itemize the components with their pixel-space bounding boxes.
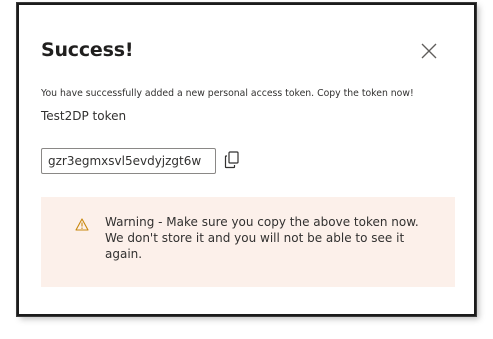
dialog-title: Success! <box>41 39 134 61</box>
close-button[interactable] <box>419 41 439 61</box>
warning-text: Warning - Make sure you copy the above t… <box>105 215 419 261</box>
copy-token-button[interactable] <box>224 151 240 169</box>
warning-icon <box>75 218 89 231</box>
dialog-frame: Success! You have successfully added a n… <box>17 3 476 316</box>
close-icon <box>421 43 437 59</box>
warning-message-bar: Warning - Make sure you copy the above t… <box>41 197 455 287</box>
copy-icon <box>224 151 239 169</box>
success-dialog: Success! You have successfully added a n… <box>19 5 474 314</box>
token-name: Test2DP token <box>41 109 127 123</box>
success-message: You have successfully added a new person… <box>41 88 414 99</box>
token-value-field[interactable] <box>41 148 216 174</box>
